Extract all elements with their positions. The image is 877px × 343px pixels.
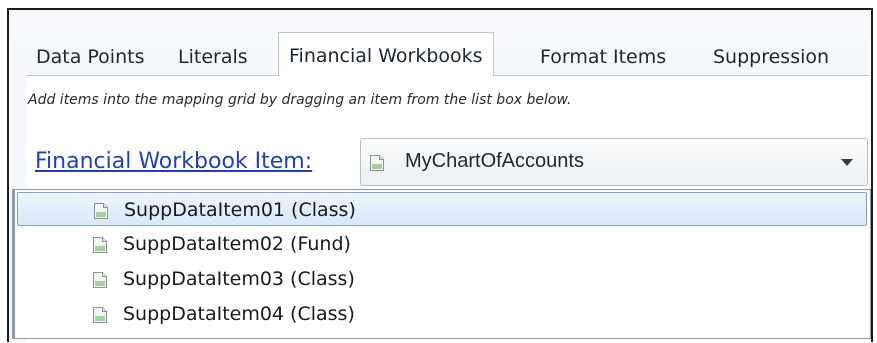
tab-suppression[interactable]: Suppression: [703, 40, 839, 76]
chevron-down-icon[interactable]: [841, 159, 853, 166]
selected-workbook-value: MyChartOfAccounts: [405, 150, 584, 172]
instruction-text: Add items into the mapping grid by dragg…: [28, 92, 572, 108]
list-item-label: SuppDataItem01 (Class): [124, 199, 356, 221]
list-item-label: SuppDataItem02 (Fund): [123, 233, 351, 255]
workbook-items-listbox[interactable]: SuppDataItem01 (Class) SuppDataItem02 (F…: [12, 189, 871, 339]
list-item-label: SuppDataItem04 (Class): [123, 303, 355, 325]
list-item[interactable]: SuppDataItem01 (Class): [17, 192, 867, 226]
document-icon: [92, 306, 108, 324]
tab-strip: Data Points Literals Financial Workbooks…: [26, 32, 869, 77]
document-icon: [92, 236, 108, 254]
tab-content: Add items into the mapping grid by dragg…: [12, 76, 871, 343]
tab-financial-workbooks[interactable]: Financial Workbooks: [278, 32, 494, 77]
list-item-label: SuppDataItem03 (Class): [123, 268, 355, 290]
document-icon: [92, 271, 108, 289]
tab-literals[interactable]: Literals: [168, 40, 258, 76]
list-item[interactable]: SuppDataItem03 (Class): [17, 262, 867, 296]
financial-workbook-item-link[interactable]: Financial Workbook Item:: [35, 149, 312, 174]
list-item[interactable]: SuppDataItem04 (Class): [17, 297, 867, 331]
tab-data-points[interactable]: Data Points: [26, 40, 154, 76]
tab-format-items[interactable]: Format Items: [530, 40, 676, 76]
document-icon: [93, 202, 109, 220]
list-item[interactable]: SuppDataItem02 (Fund): [17, 227, 867, 261]
document-icon: [369, 154, 385, 172]
financial-workbook-select[interactable]: MyChartOfAccounts: [360, 138, 868, 186]
mapping-panel: Data Points Literals Financial Workbooks…: [9, 10, 871, 343]
mapping-panel-frame: Data Points Literals Financial Workbooks…: [7, 8, 873, 343]
